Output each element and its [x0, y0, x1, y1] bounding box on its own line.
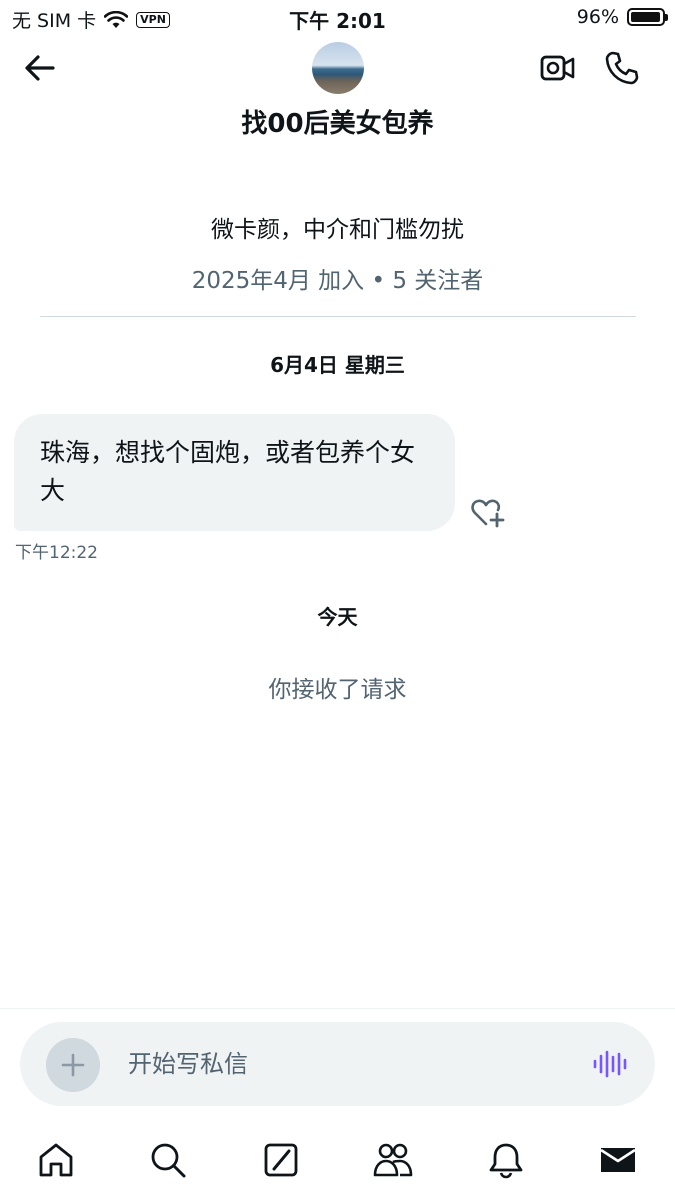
tab-notifications[interactable]	[484, 1138, 528, 1182]
profile-meta: 2025年4月 加入 • 5 关注者	[191, 268, 484, 294]
avatar[interactable]	[312, 42, 364, 94]
communities-icon	[373, 1143, 413, 1177]
plus-icon	[61, 1053, 85, 1077]
phone-call-icon[interactable]	[604, 50, 640, 86]
tab-communities[interactable]	[371, 1138, 415, 1182]
status-right: 96%	[576, 6, 668, 28]
battery-icon	[627, 8, 668, 26]
composer-divider	[0, 1008, 675, 1009]
message-composer	[20, 1022, 655, 1106]
battery-fill	[631, 12, 660, 22]
divider	[40, 316, 636, 317]
heart-plus-icon[interactable]	[470, 496, 506, 528]
tab-home[interactable]	[34, 1138, 78, 1182]
search-icon	[151, 1143, 186, 1178]
notifications-icon	[489, 1143, 523, 1179]
tab-messages[interactable]	[596, 1138, 640, 1182]
profile-bio: 微卡颜，中介和门槛勿扰	[211, 217, 464, 243]
tab-search[interactable]	[146, 1138, 190, 1182]
add-attachment-button[interactable]	[46, 1038, 100, 1092]
back-arrow-icon[interactable]	[22, 52, 58, 84]
message-bubble[interactable]: 珠海，想找个固炮，或者包养个女大	[14, 414, 455, 531]
system-note: 你接收了请求	[268, 677, 407, 703]
grok-icon	[264, 1143, 298, 1177]
status-time: 下午 2:01	[289, 9, 386, 33]
conversation-title[interactable]: 找00后美女包养	[0, 103, 675, 140]
bottom-tab-bar	[0, 1130, 675, 1190]
message-input[interactable]	[128, 1022, 568, 1106]
voice-message-icon[interactable]	[592, 1048, 628, 1080]
status-bar: 无 SIM 卡 VPN 下午 2:01 96%	[0, 0, 675, 36]
tab-grok[interactable]	[259, 1138, 303, 1182]
battery-percent: 96%	[576, 6, 619, 28]
message-time: 下午12:22	[15, 543, 98, 563]
home-icon	[39, 1143, 73, 1177]
messages-icon	[600, 1148, 636, 1172]
date-separator: 6月4日 星期三	[270, 353, 405, 377]
video-call-icon[interactable]	[540, 52, 576, 84]
date-separator-today: 今天	[317, 605, 358, 629]
